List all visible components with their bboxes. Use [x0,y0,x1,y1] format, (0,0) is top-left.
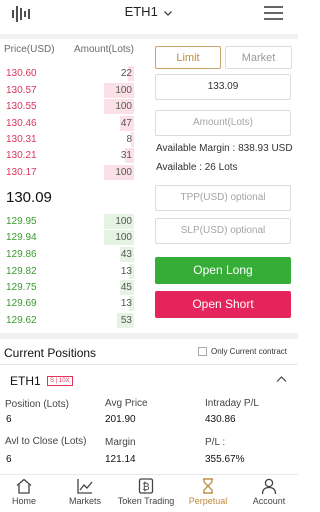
avg-price-value: 201.90 [105,414,136,425]
chart-line-icon [77,479,93,494]
bid-price: 129.75 [6,282,37,293]
ask-row[interactable]: 130.46 47 [4,116,134,131]
ask-amount: 8 [126,134,132,145]
bottom-nav: Home Markets ₿ Token Trading Perpetual A… [0,474,298,512]
bid-price: 129.95 [6,216,37,227]
take-profit-input[interactable]: TPP(USD) optional [155,185,291,211]
ask-row[interactable]: 130.31 8 [4,132,134,147]
hourglass-icon [203,478,213,494]
bid-amount: 45 [120,282,132,293]
positions-divider [0,364,298,365]
position-symbol: ETH1 [10,374,41,388]
symbol-title: ETH1 [124,4,158,19]
bid-amount: 43 [120,249,132,260]
token-icon: ₿ [138,478,154,494]
avg-price-label: Avg Price [105,398,148,409]
intraday-pl-value: 430.86 [205,414,236,425]
section-divider [0,333,298,339]
price-column-header: Price(USD) [4,44,55,55]
hamburger-menu-icon[interactable] [264,5,283,21]
bid-amount: 100 [115,232,132,243]
chevron-up-icon[interactable] [276,375,287,383]
ask-price: 130.55 [6,101,37,112]
intraday-pl-label: Intraday P/L [205,398,259,409]
only-current-label[interactable]: Only Current contract [211,347,287,356]
ask-price: 130.46 [6,118,37,129]
open-short-button[interactable]: Open Short [155,291,291,318]
bid-row[interactable]: 129.86 43 [4,247,134,262]
nav-label: Perpetual [188,496,228,506]
tab-market[interactable]: Market [225,46,292,69]
nav-perpetual[interactable]: Perpetual [186,475,230,512]
ask-price: 130.60 [6,68,37,79]
amount-input[interactable]: Amount(Lots) [155,110,291,136]
bid-row[interactable]: 129.69 13 [4,296,134,311]
ask-row[interactable]: 130.55 100 [4,99,134,114]
only-current-checkbox[interactable] [198,347,207,356]
available-margin: Available Margin : 838.93 USD [156,143,293,154]
bid-price: 129.86 [6,249,37,260]
avl-close-value: 6 [6,454,12,465]
avl-close-label: Avl to Close (Lots) [5,436,87,447]
nav-label: Markets [68,496,101,506]
ask-row[interactable]: 130.60 22 [4,66,134,81]
bid-row[interactable]: 129.75 45 [4,280,134,295]
ask-amount: 22 [120,68,132,79]
bid-price: 129.94 [6,232,37,243]
header-divider [0,34,298,39]
symbol-selector[interactable]: ETH1 [0,4,298,19]
ask-amount: 100 [115,101,132,112]
nav-home[interactable]: Home [10,475,38,512]
ask-price: 130.21 [6,150,37,161]
positions-title: Current Positions [4,346,97,360]
bid-price: 129.69 [6,298,37,309]
bid-amount: 100 [115,216,132,227]
nav-label: Account [252,496,286,506]
ask-row[interactable]: 130.17 100 [4,165,134,180]
margin-label: Margin [105,437,136,448]
bid-row[interactable]: 129.82 13 [4,264,134,279]
ask-price: 130.57 [6,85,37,96]
ask-amount: 100 [115,85,132,96]
ask-price: 130.31 [6,134,37,145]
available-lots: Available : 26 Lots [156,162,238,173]
stop-loss-input[interactable]: SLP(USD) optional [155,218,291,244]
pl-value: 355.67% [205,454,245,465]
position-label: Position (Lots) [5,399,69,410]
bid-amount: 13 [120,298,132,309]
bid-price: 129.82 [6,266,37,277]
chevron-down-icon [164,10,173,16]
tab-limit[interactable]: Limit [155,46,221,69]
ask-amount: 47 [120,118,132,129]
bid-amount: 53 [120,315,132,326]
bid-row[interactable]: 129.62 53 [4,313,134,328]
position-side-badge: S | 10X [47,376,73,386]
margin-value: 121.14 [105,454,136,465]
ask-row[interactable]: 130.57 100 [4,83,134,98]
bid-price: 129.62 [6,315,37,326]
header: ETH1 [0,0,298,34]
nav-token-trading[interactable]: ₿ Token Trading [115,475,177,512]
home-icon [16,478,32,494]
open-long-button[interactable]: Open Long [155,257,291,284]
ask-amount: 100 [115,167,132,178]
position-value: 6 [6,414,12,425]
ask-row[interactable]: 130.21 31 [4,148,134,163]
nav-account[interactable]: Account [250,475,288,512]
ask-amount: 31 [120,150,132,161]
nav-label: Token Trading [117,496,175,506]
nav-label: Home [11,496,36,506]
nav-markets[interactable]: Markets [66,475,104,512]
user-icon [261,478,277,495]
svg-text:₿: ₿ [142,481,149,493]
amount-column-header: Amount(Lots) [73,44,134,55]
bid-row[interactable]: 129.94 100 [4,230,134,245]
bid-amount: 13 [120,266,132,277]
bid-row[interactable]: 129.95 100 [4,214,134,229]
pl-label: P/L : [205,437,226,448]
price-input[interactable]: 133.09 [155,74,291,100]
ask-price: 130.17 [6,167,37,178]
last-price: 130.09 [6,189,52,206]
